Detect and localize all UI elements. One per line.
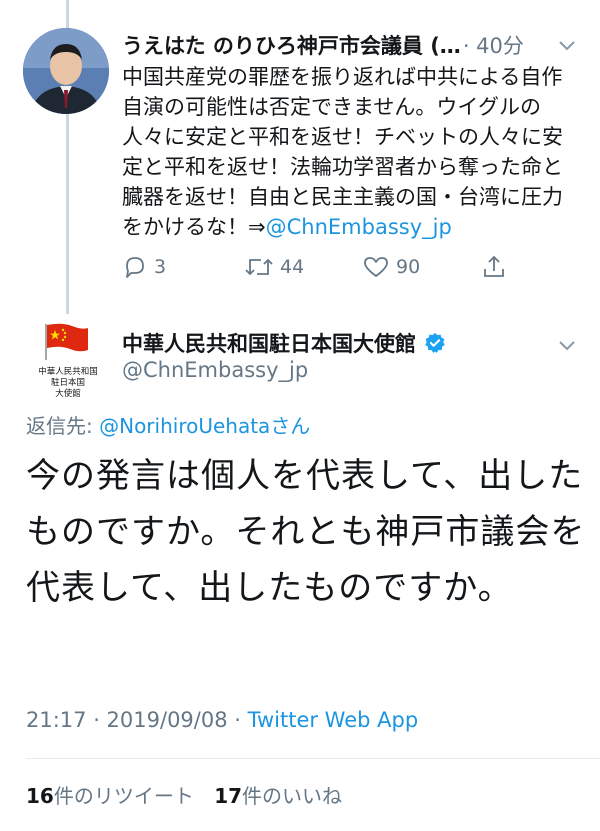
tweet1-header: うえはた のりひろ神戸市会議員 (… · 40分: [122, 28, 582, 62]
embassy-logo-caption-1: 中華人民共和国: [38, 366, 98, 377]
likes-stat[interactable]: 17件のいいね: [214, 784, 342, 808]
tweet2-name-row: 中華人民共和国駐日本国大使館: [122, 326, 446, 360]
reply-button[interactable]: 3: [122, 254, 166, 280]
verified-badge-icon: [425, 332, 445, 353]
avatar-chn-embassy[interactable]: 中華人民共和国 駐日本国 大使館: [22, 320, 114, 406]
tweet2-source-link[interactable]: Twitter Web App: [248, 708, 419, 732]
like-button[interactable]: 90: [362, 254, 420, 280]
likes-label: 件のいいね: [242, 784, 343, 808]
heart-icon: [364, 257, 388, 277]
tweet2-author-name[interactable]: 中華人民共和国駐日本国大使館: [122, 328, 416, 358]
tweet2-menu-chevron-down-icon[interactable]: [558, 340, 576, 352]
embassy-logo-caption-3: 大使館: [55, 388, 81, 399]
retweet-count: 44: [280, 256, 305, 278]
tweet2-handle[interactable]: @ChnEmbassy_jp: [122, 358, 308, 382]
reply-to-line: 返信先: @NorihiroUehataさん: [26, 410, 310, 439]
tweet1-actions: 3 44 90: [122, 254, 542, 286]
like-count: 90: [396, 256, 421, 278]
tweet2-meta: 21:17 · 2019/09/08 · Twitter Web App: [26, 708, 418, 732]
tweet1-mention-link[interactable]: @ChnEmbassy_jp: [266, 215, 452, 239]
retweets-number: 16: [26, 784, 54, 808]
retweets-stat[interactable]: 16件のリツイート: [26, 784, 194, 808]
tweet1-time[interactable]: · 40分: [463, 30, 524, 60]
stats-divider: [26, 758, 600, 759]
thread-line-top: [66, 0, 69, 28]
tweet1-body-text: 中国共産党の罪歴を振り返れば中共による自作自演の可能性は否定できません。ウイグル…: [122, 65, 563, 239]
tweet2-stats: 16件のリツイート 17件のいいね: [26, 780, 342, 809]
tweet1-author-name[interactable]: うえはた のりひろ神戸市会議員 (…: [122, 30, 461, 60]
tweet2-text: 今の発言は個人を代表して、出したものですか。それとも神戸市議会を代表して、出した…: [26, 456, 586, 608]
tweet2-timestamp[interactable]: 21:17 · 2019/09/08 ·: [26, 708, 248, 732]
reply-to-prefix: 返信先:: [26, 414, 100, 438]
thread-line-connector: [66, 114, 69, 314]
reply-count: 3: [154, 256, 167, 278]
retweet-button[interactable]: 44: [244, 254, 304, 280]
reply-to-mention-link[interactable]: @NorihiroUehata: [99, 414, 270, 438]
reply-to-suffix[interactable]: さん: [270, 414, 310, 438]
retweet-icon: [245, 258, 273, 276]
share-button[interactable]: [482, 254, 506, 280]
retweets-label: 件のリツイート: [53, 784, 194, 808]
reply-icon: [126, 257, 144, 278]
embassy-logo-caption-2: 駐日本国: [51, 377, 85, 388]
share-icon: [484, 255, 504, 277]
avatar-uehata[interactable]: [23, 28, 109, 114]
tweet1-menu-chevron-down-icon[interactable]: [558, 40, 576, 52]
person-avatar-icon: [23, 28, 109, 114]
likes-number: 17: [214, 784, 243, 808]
china-flag-logo-icon: 中華人民共和国 駐日本国 大使館: [22, 320, 114, 406]
tweet1-body: 中国共産党の罪歴を振り返れば中共による自作自演の可能性は否定できません。ウイグル…: [122, 62, 582, 242]
